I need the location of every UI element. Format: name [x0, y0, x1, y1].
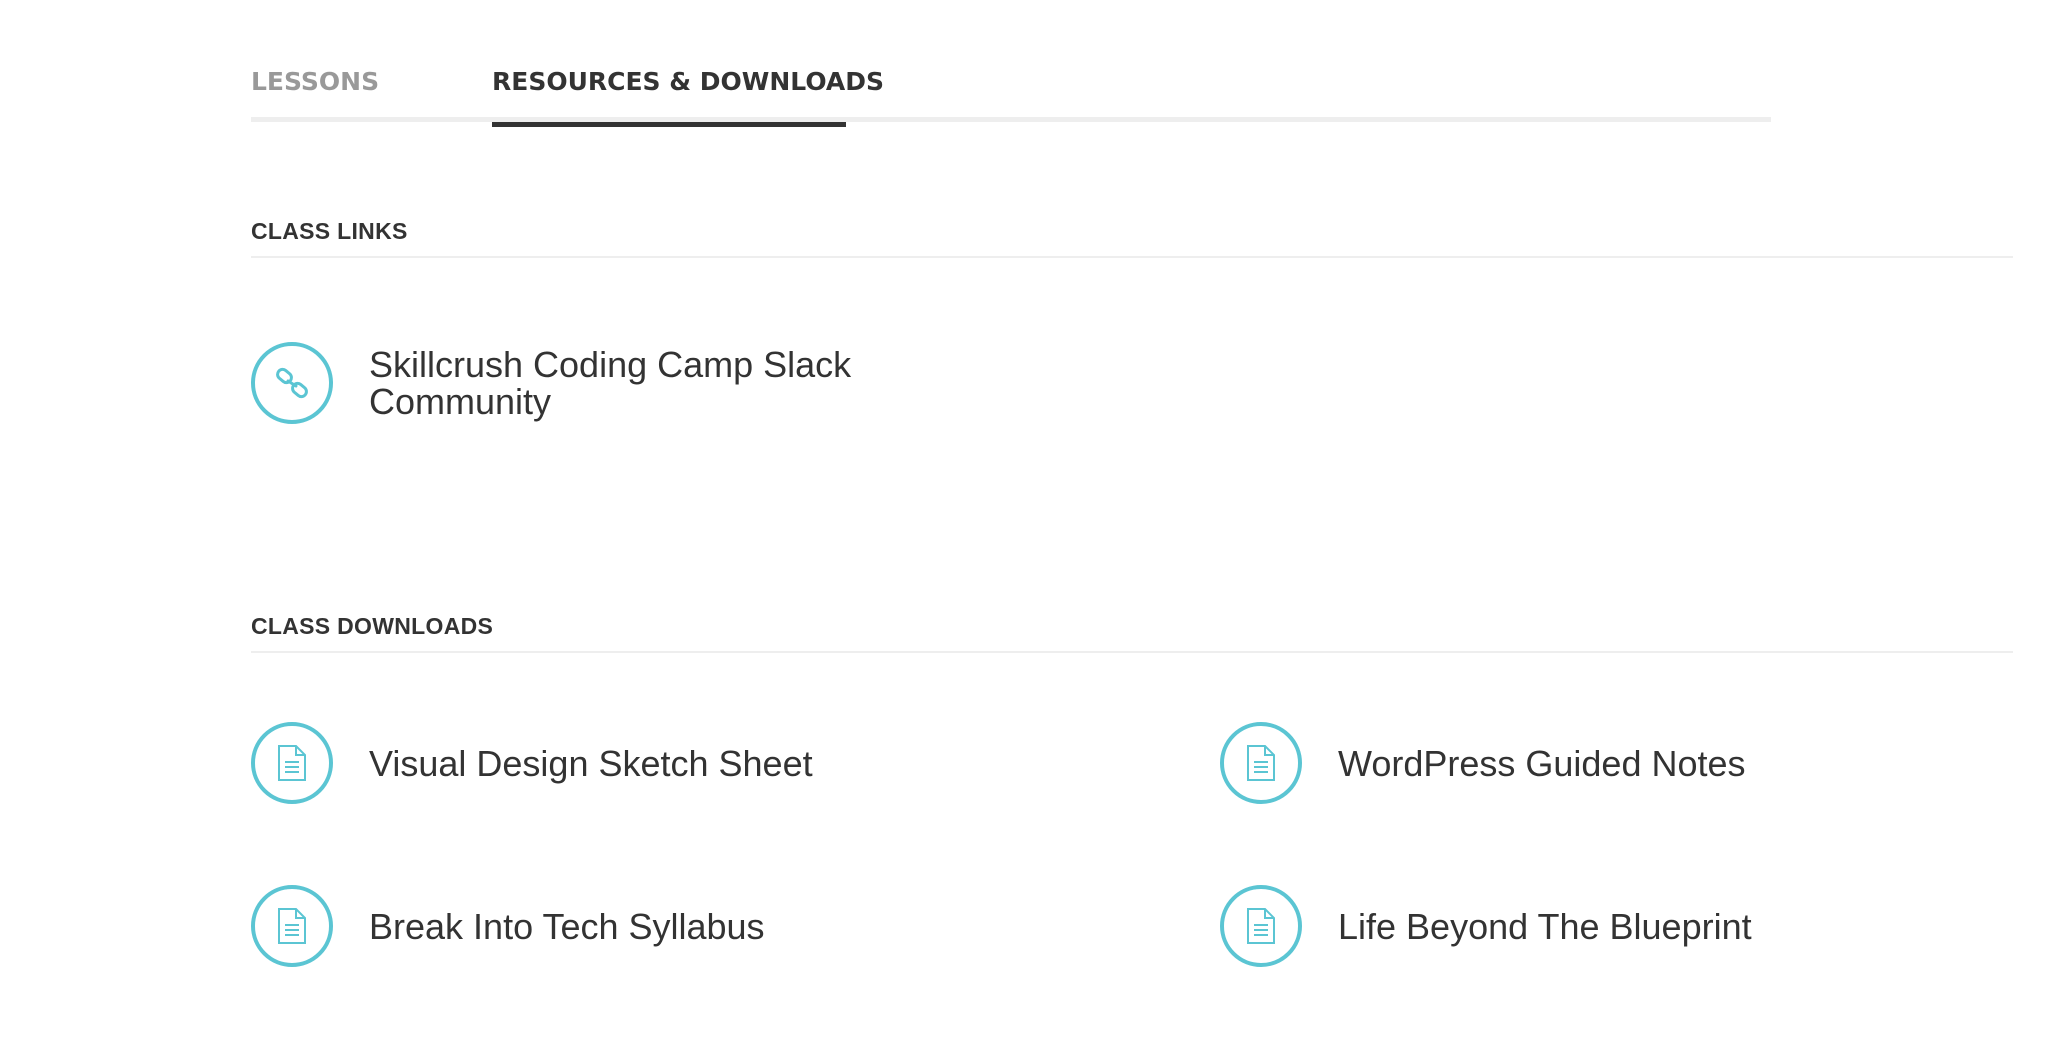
download-wordpress-guided-notes[interactable]: WordPress Guided Notes — [1220, 722, 1746, 804]
resource-label: Skillcrush Coding Camp Slack Community — [369, 344, 852, 422]
resource-label: Break Into Tech Syllabus — [369, 905, 765, 947]
download-visual-design-sketch-sheet[interactable]: Visual Design Sketch Sheet — [251, 722, 813, 804]
document-icon — [251, 722, 333, 804]
tab-bar: LESSONS RESOURCES & DOWNLOADS — [251, 58, 1771, 127]
resource-label: WordPress Guided Notes — [1338, 742, 1746, 784]
document-icon — [1220, 885, 1302, 967]
resource-link-slack-community[interactable]: Skillcrush Coding Camp Slack Community — [251, 342, 929, 424]
download-break-into-tech-syllabus[interactable]: Break Into Tech Syllabus — [251, 885, 765, 967]
class-links-heading: CLASS LINKS — [251, 218, 2013, 258]
link-icon — [251, 342, 333, 424]
resource-label: Visual Design Sketch Sheet — [369, 742, 813, 784]
document-icon — [251, 885, 333, 967]
document-icon — [1220, 722, 1302, 804]
resource-label: Life Beyond The Blueprint — [1338, 905, 1752, 947]
class-downloads-heading: CLASS DOWNLOADS — [251, 613, 2013, 653]
tab-resources-downloads[interactable]: RESOURCES & DOWNLOADS — [492, 58, 884, 127]
download-life-beyond-the-blueprint[interactable]: Life Beyond The Blueprint — [1220, 885, 1752, 967]
tab-lessons[interactable]: LESSONS — [251, 58, 379, 122]
